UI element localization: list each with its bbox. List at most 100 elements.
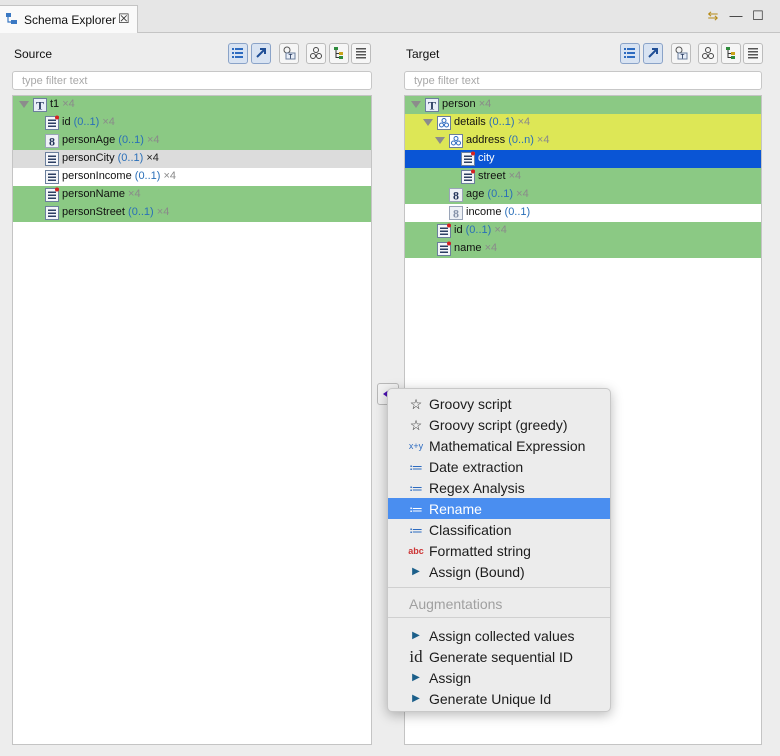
item-multiplicity: ×4 <box>59 98 75 110</box>
tree-row-personincome[interactable]: personIncome (0..1) ×4 <box>13 168 371 186</box>
menu-item-classification[interactable]: ≔ Classification <box>388 519 610 540</box>
tree-row-t1[interactable]: Tt1 ×4 <box>13 96 371 114</box>
tree-row-id[interactable]: id (0..1) ×4 <box>405 222 761 240</box>
target-label: Target <box>406 47 440 61</box>
tree-row-person[interactable]: Tperson ×4 <box>405 96 761 114</box>
list-view-icon[interactable] <box>228 43 248 64</box>
tree-row-label: income (0..1) <box>466 206 530 218</box>
maximize-icon[interactable]: ☐ <box>750 8 766 24</box>
tab-title: Schema Explorer <box>24 13 117 27</box>
type-icon: T <box>425 97 439 113</box>
tree-row-personname[interactable]: personName ×4 <box>13 186 371 204</box>
number-icon: 8 <box>449 187 463 203</box>
tree-row-street[interactable]: street ×4 <box>405 168 761 186</box>
svg-text:8: 8 <box>453 207 459 221</box>
group-icon[interactable] <box>306 43 326 64</box>
item-multiplicity: ×4 <box>475 98 492 110</box>
tree-row-personage[interactable]: 8 personAge (0..1) ×4 <box>13 132 371 150</box>
item-name: person <box>442 98 476 110</box>
menu-item-date-extraction[interactable]: ≔ Date extraction <box>388 456 610 477</box>
item-cardinality: (0..1) <box>114 152 144 164</box>
item-cardinality: (0..1) <box>115 134 144 146</box>
menu-item-label: Groovy script <box>429 396 512 412</box>
tree-row-personcity[interactable]: personCity (0..1) ×4 <box>13 150 371 168</box>
tree-row-details[interactable]: details (0..1) ×4 <box>405 114 761 132</box>
menu-item-label: Assign <box>429 670 472 686</box>
expand-toggle-icon[interactable] <box>19 101 29 108</box>
expand-toggle-icon[interactable] <box>411 101 421 108</box>
item-name: income <box>466 206 502 218</box>
menu-item-assign-collected-values[interactable]: ▶ Assign collected values <box>388 625 610 646</box>
menu-item-generate-sequential-id[interactable]: id Generate sequential ID <box>388 646 610 667</box>
tree-row-label: personAge (0..1) ×4 <box>62 134 160 146</box>
tree-row-label: personName ×4 <box>62 188 141 200</box>
minimize-icon[interactable]: — <box>728 8 744 24</box>
item-name: id <box>62 116 71 128</box>
group-icon[interactable] <box>698 43 718 64</box>
link-icon[interactable]: ⇆ <box>705 8 721 24</box>
menu-item-groovy-script[interactable]: ☆ Groovy script <box>388 393 610 414</box>
tree-icon[interactable] <box>721 43 741 64</box>
list-view-icon[interactable] <box>620 43 640 64</box>
menu-item-assign[interactable]: ▶ Assign <box>388 667 610 688</box>
tree-row-id[interactable]: id (0..1) ×4 <box>13 114 371 132</box>
item-name: personName <box>62 188 125 200</box>
tree-row-address[interactable]: address (0..n) ×4 <box>405 132 761 150</box>
menu-item-regex-analysis[interactable]: ≔ Regex Analysis <box>388 477 610 498</box>
item-multiplicity: ×4 <box>153 206 170 218</box>
tree-row-label: id (0..1) ×4 <box>454 224 507 236</box>
property-required-icon <box>461 151 475 167</box>
menu-item-label: Generate Unique Id <box>429 691 552 707</box>
menu-item-mathematical-expression[interactable]: x+y Mathematical Expression <box>388 435 610 456</box>
menu-item-label: Generate sequential ID <box>429 649 573 665</box>
star-icon: ☆ <box>409 396 423 412</box>
assign-arrow-icon: ▶ <box>412 693 420 704</box>
type-filter-icon[interactable]: T <box>279 43 299 64</box>
item-cardinality: (0..1) <box>131 170 161 182</box>
properties-icon[interactable] <box>351 43 371 64</box>
menu-item-label: Mathematical Expression <box>429 438 586 454</box>
number-icon: 8 <box>449 205 463 221</box>
tree-row-name[interactable]: name ×4 <box>405 240 761 258</box>
expand-toggle-icon[interactable] <box>435 137 445 144</box>
source-label: Source <box>14 47 53 61</box>
menu-item-label: Groovy script (greedy) <box>429 417 568 433</box>
tab-schema-explorer[interactable]: Schema Explorer ☒ <box>0 5 138 33</box>
item-cardinality: (0..1) <box>462 224 492 236</box>
property-required-icon <box>461 169 475 185</box>
item-name: id <box>454 224 463 236</box>
item-name: street <box>478 170 506 182</box>
menu-item-rename[interactable]: ≔ Rename <box>388 498 610 519</box>
tree-row-income[interactable]: 8 income (0..1) <box>405 204 761 222</box>
tree-row-label: street ×4 <box>478 170 521 182</box>
item-name: city <box>478 152 495 164</box>
close-icon[interactable]: ☒ <box>118 11 130 27</box>
list-icon: ≔ <box>409 459 423 475</box>
tree-row-label: age (0..1) ×4 <box>466 188 529 200</box>
property-icon <box>45 169 59 185</box>
list-icon: ≔ <box>409 522 423 538</box>
menu-item-groovy-script-greedy[interactable]: ☆ Groovy script (greedy) <box>388 414 610 435</box>
tree-row-city[interactable]: city <box>405 150 761 168</box>
arrow-icon[interactable] <box>643 43 663 64</box>
tree-row-label: personStreet (0..1) ×4 <box>62 206 169 218</box>
menu-item-generate-unique-id[interactable]: ▶ Generate Unique Id <box>388 688 610 709</box>
tree-row-label: person ×4 <box>442 98 491 110</box>
item-name: age <box>466 188 485 200</box>
target-filter-input[interactable] <box>404 71 762 90</box>
expand-toggle-icon[interactable] <box>423 119 433 126</box>
item-name: address <box>466 134 506 146</box>
type-filter-icon[interactable]: T <box>671 43 691 64</box>
tree-row-personstreet[interactable]: personStreet (0..1) ×4 <box>13 204 371 222</box>
arrow-icon[interactable] <box>251 43 271 64</box>
tree-icon[interactable] <box>329 43 349 64</box>
menu-item-assign-bound[interactable]: ▶ Assign (Bound) <box>388 561 610 582</box>
tree-row-age[interactable]: 8 age (0..1) ×4 <box>405 186 761 204</box>
properties-icon[interactable] <box>743 43 763 64</box>
menu-item-label: Formatted string <box>429 543 531 559</box>
source-filter-input[interactable] <box>12 71 372 90</box>
list-icon: ≔ <box>409 501 423 517</box>
source-tree[interactable]: Tt1 ×4 id (0..1) ×4 8 personAge (0..1) ×4 pe… <box>12 95 372 745</box>
menu-item-formatted-string[interactable]: abc Formatted string <box>388 540 610 561</box>
menu-separator <box>388 587 610 588</box>
